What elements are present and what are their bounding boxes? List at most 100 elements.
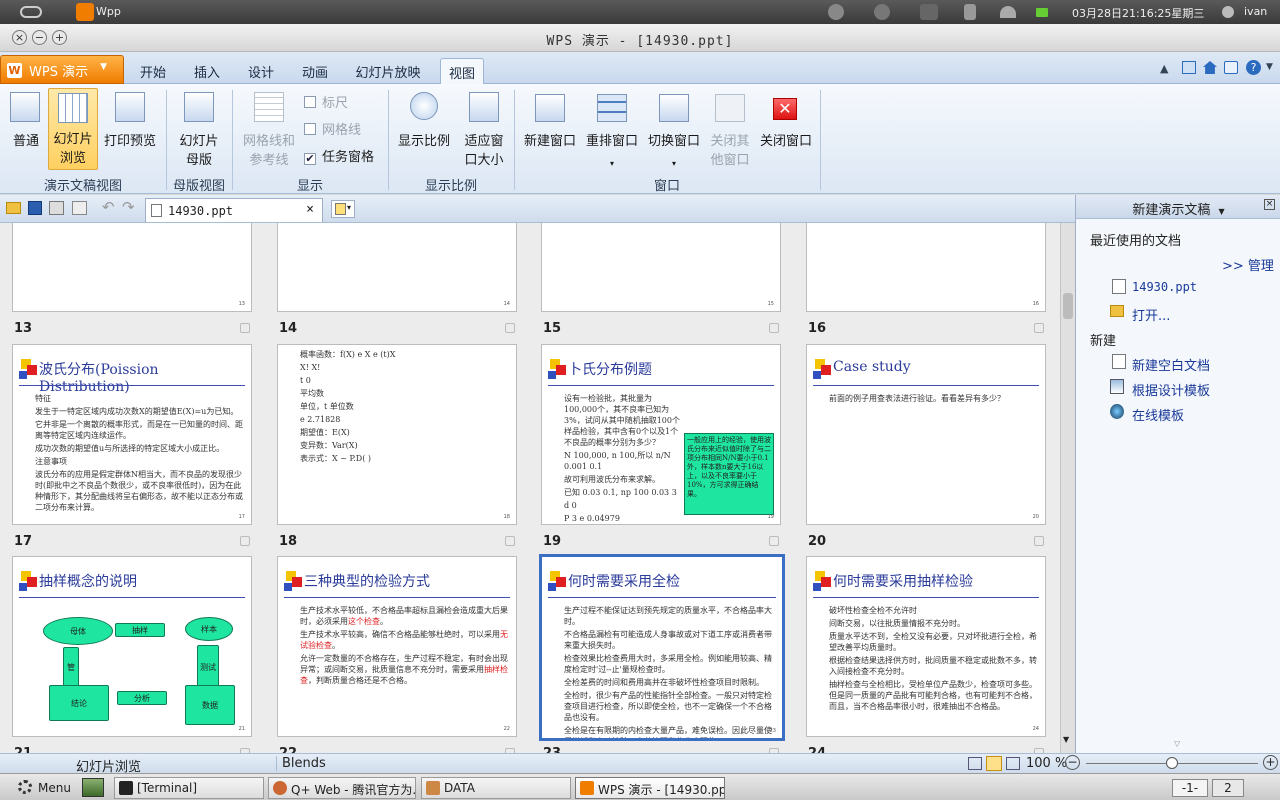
scroll-down-icon[interactable]: ▼ bbox=[1063, 735, 1069, 744]
normal-view-button[interactable]: 普通 bbox=[6, 88, 46, 174]
close-window-button[interactable]: ✕ 关闭窗口 bbox=[756, 88, 816, 174]
slide-thumbnail-18[interactable]: 概率函数：f(X) e X e (t)X X! X! t 0 平均数 单位，t 单位数 e… bbox=[277, 344, 517, 525]
task-terminal[interactable]: [Terminal] bbox=[114, 777, 264, 799]
switch-window-button[interactable]: 切换窗口 ▾ bbox=[644, 88, 704, 174]
pane-expand-icon[interactable]: ▽ bbox=[1174, 739, 1180, 748]
task-browser[interactable]: Q+ Web - 腾讯官方为... bbox=[268, 777, 416, 799]
manage-link[interactable]: >> 管理 bbox=[1222, 255, 1274, 274]
gridlines-checkbox[interactable]: 网格线 bbox=[304, 119, 361, 138]
zoom-in-icon[interactable]: + bbox=[1263, 755, 1278, 770]
tab-insert[interactable]: 插入 bbox=[186, 58, 228, 84]
grid-guides-button[interactable]: 网格线和 参考线 bbox=[238, 88, 300, 174]
wps-menu-button[interactable]: W WPS 演示 ▼ bbox=[0, 55, 124, 84]
sorter-view-small-icon[interactable] bbox=[986, 756, 1002, 771]
task-pane-checkbox[interactable]: ✔ 任务窗格 bbox=[304, 146, 374, 165]
vertical-scrollbar[interactable]: ▼ bbox=[1060, 223, 1075, 753]
slide-thumbnail-24[interactable]: 何时需要采用抽样检验 破坏性检查全检不允许时 间断交易，以往批质量情报不充分时。 质量… bbox=[806, 556, 1046, 737]
slideshow-small-icon[interactable] bbox=[1006, 757, 1020, 770]
close-other-windows-button[interactable]: 关闭其 他窗口 bbox=[704, 88, 756, 174]
tab-design[interactable]: 设计 bbox=[240, 58, 282, 84]
help-icon[interactable]: ? bbox=[1246, 60, 1261, 75]
user-name[interactable]: ivan bbox=[1244, 5, 1267, 18]
open-folder-icon[interactable] bbox=[6, 202, 21, 214]
bullet-item: 生产过程不能保证达到预先规定的质量水平，不合格品率大时。 bbox=[564, 606, 772, 626]
slide-sorter-button[interactable]: 幻灯片 浏览 bbox=[48, 88, 98, 170]
slide-thumbnail-22[interactable]: 三种典型的检验方式 生产技术水平较低，不合格品率超标且漏检会造成重大后果时，必须采… bbox=[277, 556, 517, 737]
desktop-icon[interactable] bbox=[82, 778, 104, 797]
new-tab-button[interactable]: ▾ bbox=[331, 200, 355, 218]
arrange-windows-button[interactable]: 重排窗口 ▾ bbox=[582, 88, 642, 174]
close-tab-icon[interactable]: × bbox=[306, 202, 314, 217]
zoom-level[interactable]: 100 % bbox=[1026, 756, 1067, 771]
task-wps[interactable]: WPS 演示 - [14930.ppt] bbox=[575, 777, 725, 799]
keyboard-icon[interactable] bbox=[920, 4, 938, 20]
save-icon[interactable] bbox=[28, 201, 42, 215]
recent-file-link[interactable]: 14930.ppt bbox=[1132, 280, 1197, 294]
from-template-link[interactable]: 根据设计模板 bbox=[1132, 380, 1210, 399]
slide-thumbnail-16[interactable]: Ac=2，Re=3请问允收概率为多少？16 bbox=[806, 223, 1046, 312]
slide-thumbnail-19[interactable]: 卜氏分布例题 设有一检验批，其批量为100,000个，其不良率已知为3%，试问从其… bbox=[541, 344, 781, 525]
document-tab[interactable]: 14930.ppt × bbox=[145, 198, 323, 222]
slide-thumbnail-17[interactable]: 波氏分布(Poission Distribution) 特征 发生于一特定区域内成功… bbox=[12, 344, 252, 525]
zoom-button[interactable]: 显示比例 bbox=[394, 88, 454, 174]
wps-icon bbox=[580, 781, 594, 795]
ruler-label: 标尺 bbox=[322, 96, 349, 111]
ruler-checkbox[interactable]: 标尺 bbox=[304, 92, 348, 111]
menu-button[interactable]: Menu bbox=[38, 781, 71, 795]
swirl-icon[interactable] bbox=[828, 4, 844, 20]
recent-docs-label: 最近使用的文档 bbox=[1090, 234, 1182, 249]
task-pane-title[interactable]: 新建演示文稿 bbox=[1132, 203, 1210, 218]
slide-thumbnail-13[interactable]: 持不变，而失败概率则可表示成q=1-p。每次试行概率趋和1成功失败概率pq=1-… bbox=[12, 223, 252, 312]
chat-icon[interactable] bbox=[874, 4, 890, 20]
slide-master-button[interactable]: 幻灯片 母版 bbox=[172, 88, 226, 174]
close-others-icon bbox=[715, 94, 745, 122]
slide-thumbnail-15[interactable]: 故可利用二项分配来求解。已知n 0.03,所以 1 p 0.97d 0P (10… bbox=[541, 223, 781, 312]
print-preview-button[interactable]: 打印预览 bbox=[100, 88, 160, 174]
volume-icon[interactable] bbox=[964, 4, 976, 20]
print-preview-small-icon[interactable] bbox=[72, 201, 87, 215]
slide-page-number: 21 bbox=[238, 726, 245, 732]
dropdown-arrow-icon[interactable]: ▼ bbox=[1219, 207, 1225, 216]
collapse-ribbon-icon[interactable]: ▲ bbox=[1160, 62, 1168, 75]
new-blank-link[interactable]: 新建空白文档 bbox=[1132, 355, 1210, 374]
dropdown-arrow-icon: ▾ bbox=[671, 159, 676, 168]
close-pane-icon[interactable]: × bbox=[1264, 199, 1275, 210]
online-template-link[interactable]: 在线模板 bbox=[1132, 405, 1184, 424]
workspace-other[interactable]: 2 bbox=[1212, 779, 1244, 797]
infinity-icon[interactable] bbox=[20, 6, 42, 18]
tab-slideshow[interactable]: 幻灯片放映 bbox=[348, 58, 428, 84]
redo-icon[interactable]: ↷ bbox=[122, 198, 135, 216]
print-icon[interactable] bbox=[49, 201, 64, 215]
slide-thumbnail-21[interactable]: 抽样概念的说明母体抽样 样本管理 测试数据 分析结论 21 bbox=[12, 556, 252, 737]
window-mode-icon[interactable] bbox=[1182, 61, 1196, 74]
wps-app-icon[interactable] bbox=[76, 3, 94, 21]
datetime[interactable]: 03月28日21:16:25星期三 bbox=[1072, 5, 1204, 21]
slide-thumbnail-23[interactable]: 何时需要采用全检 生产过程不能保证达到预先规定的质量水平，不合格品率大时。 不合格品… bbox=[539, 554, 785, 741]
battery-icon[interactable] bbox=[1036, 8, 1048, 17]
task-data[interactable]: DATA bbox=[421, 777, 571, 799]
terminal-icon bbox=[119, 781, 133, 795]
gear-icon[interactable] bbox=[18, 780, 32, 794]
slide-thumbnail-20[interactable]: Case study 前面的例子用查表法进行验证。看看差异有多少？ 20 bbox=[806, 344, 1046, 525]
fit-window-button[interactable]: 适应窗 口大小 bbox=[458, 88, 510, 174]
slide-sorter-area[interactable]: 持不变，而失败概率则可表示成q=1-p。每次试行概率趋和1成功失败概率pq=1-… bbox=[0, 223, 1060, 753]
open-link[interactable]: 打开... bbox=[1132, 305, 1170, 324]
blank-document-icon bbox=[1112, 354, 1126, 369]
app-label[interactable]: Wpp bbox=[96, 5, 121, 18]
help-dropdown-icon[interactable]: ▼ bbox=[1266, 62, 1273, 72]
slide-thumbnail-14[interactable]: p：每次实验的成功概率X：随机变数期望值：E(X) np变异数：Var(X) n… bbox=[277, 223, 517, 312]
tab-view[interactable]: 视图 bbox=[440, 58, 484, 84]
wifi-icon[interactable] bbox=[1000, 6, 1016, 18]
tab-start[interactable]: 开始 bbox=[132, 58, 174, 84]
status-bar: 幻灯片浏览 Blends 100 % − + bbox=[0, 753, 1280, 775]
feedback-icon[interactable] bbox=[1224, 61, 1238, 74]
normal-view-small-icon[interactable] bbox=[968, 757, 982, 770]
zoom-slider-thumb[interactable] bbox=[1166, 757, 1178, 769]
workspace-current[interactable]: -1- bbox=[1172, 779, 1208, 797]
tab-animation[interactable]: 动画 bbox=[294, 58, 336, 84]
scroll-thumb[interactable] bbox=[1063, 293, 1073, 319]
home-icon[interactable] bbox=[1203, 61, 1217, 74]
undo-icon[interactable]: ↶ bbox=[102, 198, 115, 216]
new-window-button[interactable]: 新建窗口 bbox=[520, 88, 580, 174]
zoom-out-icon[interactable]: − bbox=[1065, 755, 1080, 770]
